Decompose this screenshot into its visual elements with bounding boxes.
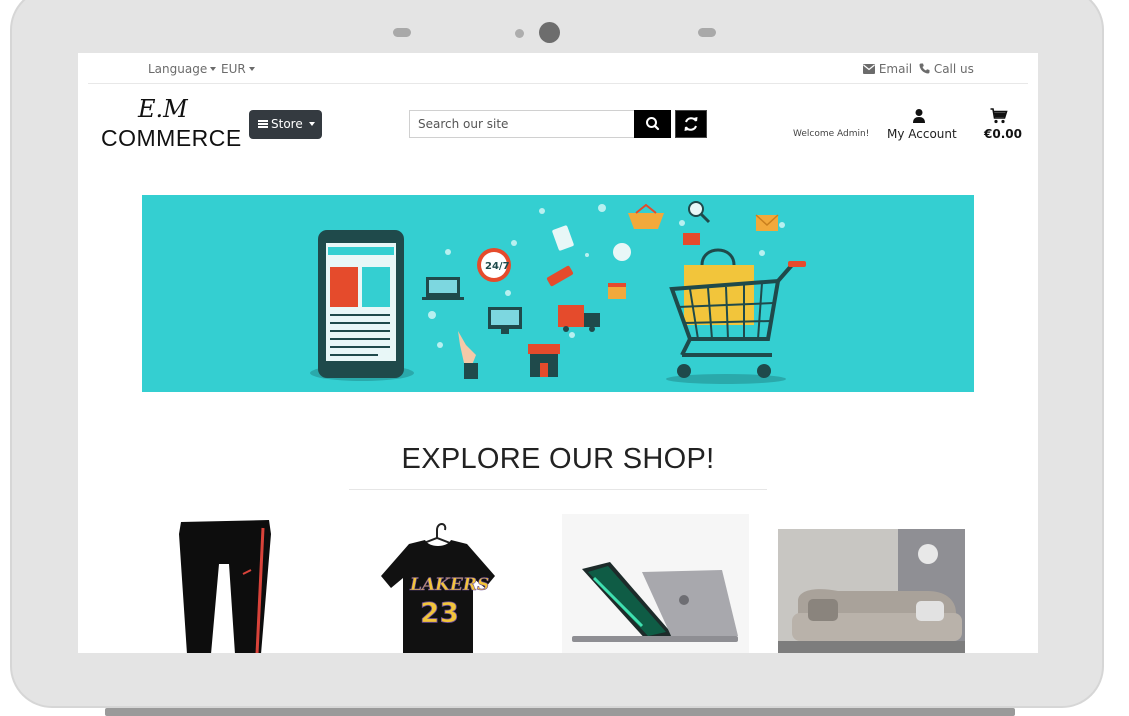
my-account-link[interactable]: My Account [887,127,957,141]
sensor-right [698,28,716,37]
web-page: Language EUR Email Call us E.M COMMERCE … [78,53,1038,653]
svg-text:LAKERS: LAKERS [409,575,489,595]
call-link[interactable]: Call us [919,62,974,76]
search-button[interactable] [634,110,671,138]
section-heading: EXPLORE OUR SHOP! [401,443,715,475]
search-icon [646,117,660,131]
product-card-tshirt[interactable]: LAKERS 23 [345,514,532,653]
refresh-icon [684,117,698,131]
call-label: Call us [933,62,974,76]
email-label: Email [878,62,913,76]
cart-icon[interactable] [990,108,1008,124]
sofa-image [778,529,965,653]
language-label: Language [148,62,208,76]
heading-divider [349,489,767,490]
chevron-down-icon [308,121,315,126]
hero-banner[interactable]: 24/7 [142,195,974,392]
product-card-sofa[interactable] [778,529,965,653]
currency-dropdown[interactable]: EUR [221,62,255,76]
top-bar: Language EUR Email Call us [88,53,1028,84]
store-label: Store [271,117,303,131]
tshirt-image: LAKERS 23 [381,523,495,653]
tablet-base [105,708,1015,716]
product-card-laptop[interactable] [562,514,749,653]
cart-total[interactable]: €0.00 [984,127,1022,141]
svg-text:23: 23 [420,596,459,629]
envelope-icon [863,64,875,74]
language-dropdown[interactable]: Language [148,62,217,76]
camera-lens [539,22,560,43]
welcome-text: Welcome Admin! [793,129,870,139]
ecommerce-illustration: 24/7 [310,201,806,384]
phone-icon [919,63,930,74]
logo-line1[interactable]: E.M [138,95,188,123]
pants-image [179,520,271,653]
email-link[interactable]: Email [863,62,912,76]
search-input[interactable] [409,110,635,138]
svg-text:24/7: 24/7 [485,261,510,272]
laptop-image [572,562,738,642]
menu-icon [258,119,268,128]
store-menu-button[interactable]: Store [249,110,322,139]
chevron-down-icon [210,66,217,71]
product-card-pants[interactable] [129,514,316,653]
refresh-button[interactable] [675,110,707,138]
sensor-dot [515,29,524,38]
currency-label: EUR [221,62,246,76]
user-icon[interactable] [911,108,927,124]
sensor-left [393,28,411,37]
chevron-down-icon [248,66,255,71]
logo-line2[interactable]: COMMERCE [101,125,242,152]
